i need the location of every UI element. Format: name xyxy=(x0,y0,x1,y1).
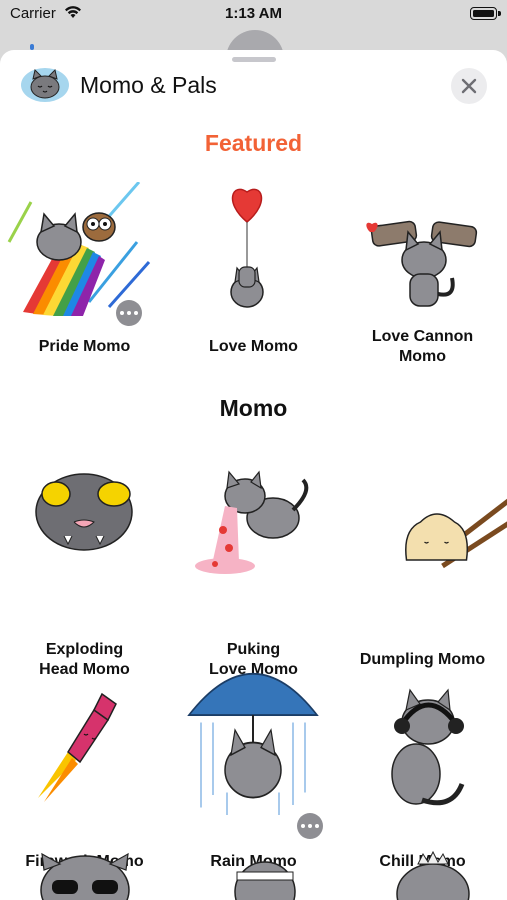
dumpling-sticker xyxy=(405,498,507,569)
sheet-grabber[interactable] xyxy=(232,57,276,62)
balloon-cat-sticker xyxy=(230,188,264,308)
momo-cat-icon xyxy=(21,68,69,102)
clock: 1:13 AM xyxy=(225,5,282,22)
sticker-name: Dumpling Momo xyxy=(359,651,486,668)
sticker-sheet: Momo & Pals Featured Pride Momo Love Mom… xyxy=(0,50,507,900)
princess-cat-sticker xyxy=(396,850,470,900)
status-bar: Carrier 1:13 AM xyxy=(0,0,507,30)
exploding-cat-sticker xyxy=(35,473,133,551)
more-options-badge[interactable] xyxy=(297,813,323,839)
headband-cat-sticker xyxy=(234,861,296,900)
sticker-name: Exploding Head Momo xyxy=(39,641,130,678)
battery-icon xyxy=(470,7,497,20)
sticker-name: Love Cannon Momo xyxy=(371,328,474,365)
firework-sticker xyxy=(38,692,117,802)
sticker-pack-title: Momo & Pals xyxy=(80,72,217,98)
rain-cat-sticker xyxy=(187,672,319,815)
featured-section-title: Featured xyxy=(204,130,303,156)
puking-cat-sticker xyxy=(195,470,309,574)
headphones-cat-sticker xyxy=(391,688,465,806)
sunglasses-cat-sticker xyxy=(40,852,130,900)
cannon-cat-sticker xyxy=(366,220,478,307)
sticker-name: Love Momo xyxy=(209,338,298,355)
sticker-name: Pride Momo xyxy=(38,338,131,355)
close-button[interactable] xyxy=(451,68,487,104)
battery-cap xyxy=(498,11,501,16)
momo-section-title: Momo xyxy=(219,395,288,421)
more-options-badge[interactable] xyxy=(116,300,142,326)
close-icon xyxy=(461,78,477,94)
